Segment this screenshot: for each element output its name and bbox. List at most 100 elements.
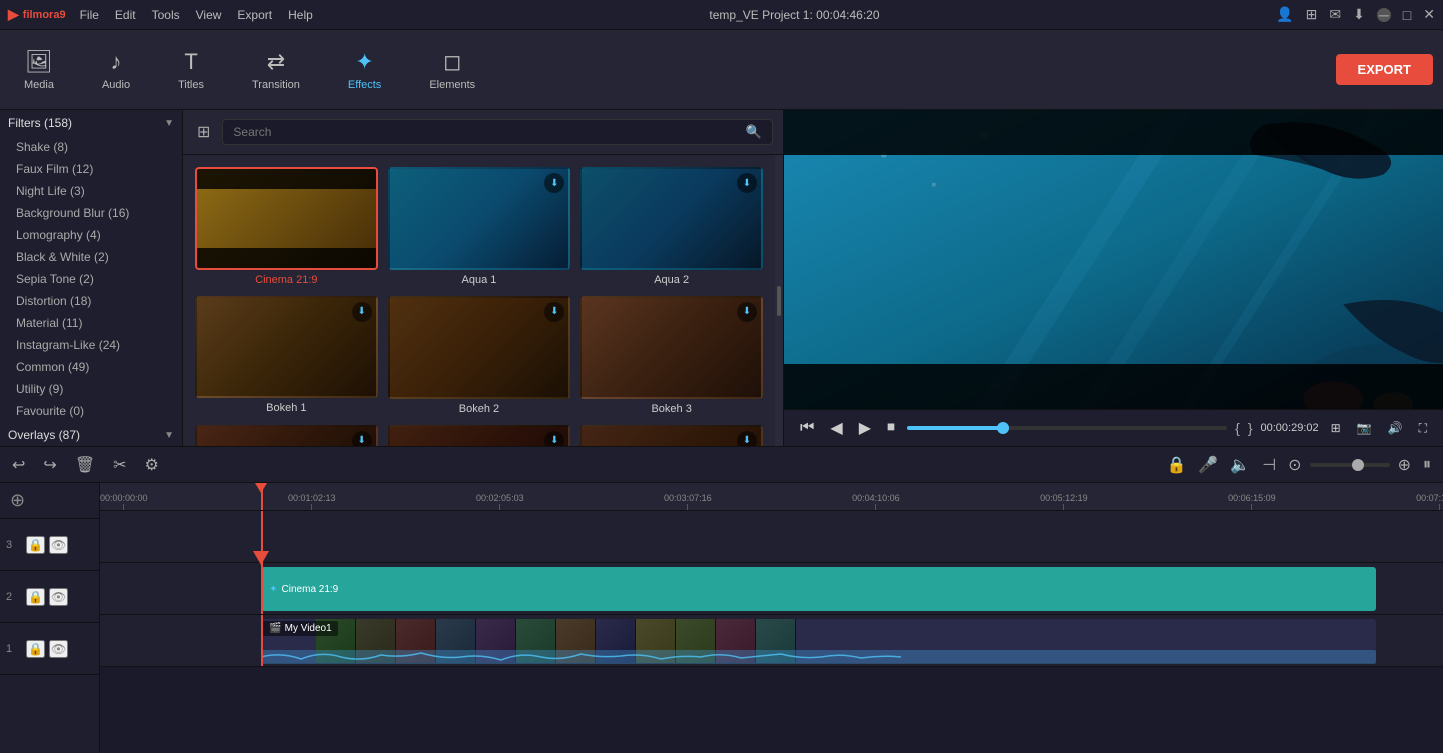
filters-group-header[interactable]: Filters (158) ▼ bbox=[0, 110, 182, 136]
effect-thumb-cinema21[interactable] bbox=[195, 167, 378, 270]
track-3-eye[interactable]: 👁 bbox=[49, 536, 68, 554]
toolbar-elements[interactable]: ◻ Elements bbox=[415, 43, 489, 97]
menu-view[interactable]: View bbox=[196, 8, 222, 22]
toolbar-media[interactable]: 🖼 Media bbox=[10, 43, 68, 97]
toolbar-audio[interactable]: ♪ Audio bbox=[88, 43, 144, 97]
effect-item-bokeh2[interactable]: ⬇ Bokeh 2 bbox=[388, 296, 571, 415]
go-start-button[interactable]: ⏮ bbox=[796, 417, 818, 439]
zoom-track[interactable] bbox=[1310, 463, 1390, 467]
effect-item-r1[interactable]: ⬇ bbox=[195, 425, 378, 447]
track-2-lock[interactable]: 🔒 bbox=[26, 588, 45, 606]
toolbar-effects[interactable]: ✦ Effects bbox=[334, 43, 395, 97]
export-button[interactable]: EXPORT bbox=[1336, 54, 1433, 85]
track-2-eye[interactable]: 👁 bbox=[49, 588, 68, 606]
sidebar-utility[interactable]: Utility (9) bbox=[0, 378, 182, 400]
sidebar-background-blur[interactable]: Background Blur (16) bbox=[0, 202, 182, 224]
overlays-group-header[interactable]: Overlays (87) ▼ bbox=[0, 422, 182, 446]
screenshot-button[interactable]: 📷 bbox=[1353, 419, 1376, 437]
effect-thumb-bokeh3[interactable]: ⬇ bbox=[580, 296, 763, 399]
effect-item-aqua1[interactable]: ⬇ Aqua 1 bbox=[388, 167, 571, 286]
download-icon-bokeh2[interactable]: ⬇ bbox=[544, 302, 564, 322]
overlays-collapse-icon[interactable]: ▼ bbox=[164, 430, 174, 441]
sidebar-faux-film[interactable]: Faux Film (12) bbox=[0, 158, 182, 180]
download-icon-r1[interactable]: ⬇ bbox=[352, 431, 372, 447]
split-button[interactable]: ⊣ bbox=[1258, 453, 1280, 477]
track-1-eye[interactable]: 👁 bbox=[49, 640, 68, 658]
sidebar-sepia-tone[interactable]: Sepia Tone (2) bbox=[0, 268, 182, 290]
download-icon-bokeh1[interactable]: ⬇ bbox=[352, 302, 372, 322]
mail-icon[interactable]: ✉ bbox=[1329, 6, 1341, 23]
effect-item-bokeh1[interactable]: ⬇ Bokeh 1 bbox=[195, 296, 378, 415]
menu-file[interactable]: File bbox=[80, 8, 99, 22]
effect-thumb-aqua2[interactable]: ⬇ bbox=[580, 167, 763, 270]
zoom-in-button[interactable]: ⊕ bbox=[1394, 453, 1415, 477]
account-icon[interactable]: 👤 bbox=[1276, 6, 1293, 23]
undo-button[interactable]: ↩ bbox=[8, 453, 29, 477]
mic-button[interactable]: 🎤 bbox=[1194, 453, 1222, 477]
close-button[interactable]: ✕ bbox=[1423, 6, 1435, 23]
delete-button[interactable]: 🗑 bbox=[71, 453, 99, 477]
menu-export[interactable]: Export bbox=[237, 8, 272, 22]
sidebar-lomography[interactable]: Lomography (4) bbox=[0, 224, 182, 246]
audio-settings-button[interactable]: ⚙ bbox=[141, 453, 163, 477]
track-3-lane[interactable] bbox=[100, 511, 1443, 563]
search-input[interactable] bbox=[233, 125, 741, 139]
track-3-lock[interactable]: 🔒 bbox=[26, 536, 45, 554]
sidebar-black-white[interactable]: Black & White (2) bbox=[0, 246, 182, 268]
cinema-effect-clip[interactable]: ✦ Cinema 21:9 bbox=[261, 567, 1376, 611]
step-back-button[interactable]: ◀ bbox=[826, 416, 846, 440]
menu-tools[interactable]: Tools bbox=[152, 8, 180, 22]
effect-thumb-r1[interactable]: ⬇ bbox=[195, 425, 378, 447]
redo-button[interactable]: ↪ bbox=[39, 453, 60, 477]
progress-bar[interactable] bbox=[907, 426, 1227, 430]
effect-thumb-bokeh2[interactable]: ⬇ bbox=[388, 296, 571, 399]
lock-button[interactable]: 🔒 bbox=[1162, 453, 1190, 477]
download-icon-bokeh3[interactable]: ⬇ bbox=[737, 302, 757, 322]
effect-item-r2[interactable]: ⬇ bbox=[388, 425, 571, 447]
audio-mix-button[interactable]: 🔈 bbox=[1226, 453, 1254, 477]
ruler-label-7: 00:07:17:22 bbox=[1416, 493, 1443, 503]
sidebar-common[interactable]: Common (49) bbox=[0, 356, 182, 378]
effect-thumb-r3[interactable]: ⬇ bbox=[580, 425, 763, 447]
timeline-settings-button[interactable]: ⏸ bbox=[1419, 454, 1435, 476]
effect-item-bokeh3[interactable]: ⬇ Bokeh 3 bbox=[580, 296, 763, 415]
speed-button[interactable]: ⊙ bbox=[1284, 453, 1305, 477]
menu-help[interactable]: Help bbox=[288, 8, 313, 22]
sidebar-favourite[interactable]: Favourite (0) bbox=[0, 400, 182, 422]
effect-thumb-r2[interactable]: ⬇ bbox=[388, 425, 571, 447]
download-icon-aqua2[interactable]: ⬇ bbox=[737, 173, 757, 193]
sidebar-shake[interactable]: Shake (8) bbox=[0, 136, 182, 158]
track-2-lane[interactable]: ✦ Cinema 21:9 bbox=[100, 563, 1443, 615]
stop-button[interactable]: ⏹ bbox=[883, 417, 899, 439]
ruler-tick-7 bbox=[1439, 504, 1440, 510]
cut-button[interactable]: ✂ bbox=[109, 453, 130, 477]
track-1-lane[interactable]: 🎬 My Video1 bbox=[100, 615, 1443, 667]
menu-edit[interactable]: Edit bbox=[115, 8, 136, 22]
track-1-lock[interactable]: 🔒 bbox=[26, 640, 45, 658]
effect-item-cinema21[interactable]: Cinema 21:9 bbox=[195, 167, 378, 286]
grid-toggle-icon[interactable]: ⊞ bbox=[193, 118, 214, 146]
effect-item-r3[interactable]: ⬇ bbox=[580, 425, 763, 447]
fullscreen-button[interactable]: ⛶ bbox=[1415, 419, 1431, 438]
download-icon[interactable]: ⬇ bbox=[1353, 6, 1365, 23]
bracket-right[interactable]: } bbox=[1248, 420, 1253, 436]
sidebar-distortion[interactable]: Distortion (18) bbox=[0, 290, 182, 312]
minimize-button[interactable]: ─ bbox=[1377, 8, 1391, 22]
volume-button[interactable]: 🔊 bbox=[1384, 419, 1407, 437]
sidebar-instagram-like[interactable]: Instagram-Like (24) bbox=[0, 334, 182, 356]
grid-icon[interactable]: ⊞ bbox=[1306, 6, 1318, 23]
sidebar-night-life[interactable]: Night Life (3) bbox=[0, 180, 182, 202]
play-button[interactable]: ▶ bbox=[855, 416, 875, 440]
effect-item-aqua2[interactable]: ⬇ Aqua 2 bbox=[580, 167, 763, 286]
sidebar-material[interactable]: Material (11) bbox=[0, 312, 182, 334]
effect-thumb-aqua1[interactable]: ⬇ bbox=[388, 167, 571, 270]
maximize-button[interactable]: □ bbox=[1403, 7, 1411, 23]
bracket-left[interactable]: { bbox=[1235, 420, 1240, 436]
preview-size-button[interactable]: ⊞ bbox=[1327, 419, 1345, 437]
toolbar-titles[interactable]: T Titles bbox=[164, 43, 218, 97]
effects-scrollbar[interactable] bbox=[775, 155, 783, 446]
filters-collapse-icon[interactable]: ▼ bbox=[164, 118, 174, 129]
add-track-button[interactable]: ⊕ bbox=[8, 488, 27, 513]
toolbar-transition[interactable]: ⇄ Transition bbox=[238, 43, 314, 97]
effect-thumb-bokeh1[interactable]: ⬇ bbox=[195, 296, 378, 399]
